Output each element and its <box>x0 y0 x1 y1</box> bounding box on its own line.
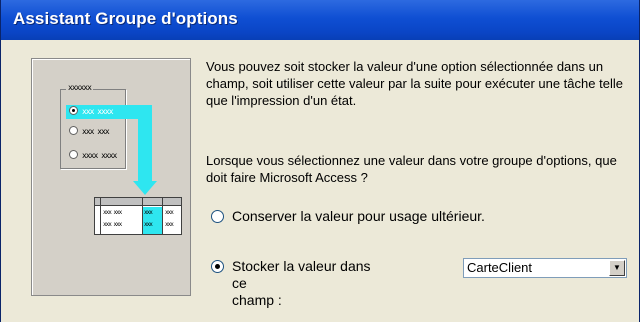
illustration-option-3: xxxx xxxx <box>69 150 117 162</box>
field-combobox-value: CarteClient <box>467 260 533 275</box>
illustration-group-label: xxxxxx <box>66 83 93 93</box>
field-combobox[interactable]: CarteClient ▼ <box>463 258 627 278</box>
radio-keep[interactable] <box>211 210 224 223</box>
illustration-option-1: xxx xxxx <box>69 106 114 118</box>
window-title: Assistant Groupe d'options <box>13 9 238 28</box>
description-paragraph: Vous pouvez soit stocker la valeur d'une… <box>206 59 623 108</box>
illustration-panel: xxxxxx xxx xxxx xxx xxx xxxx xxxx xxx xx… <box>31 58 191 296</box>
option-keep-label: Conserver la valeur pour usage ultérieur… <box>232 208 485 224</box>
question-paragraph: Lorsque vous sélectionnez une valeur dan… <box>206 153 617 185</box>
wizard-window: Assistant Groupe d'options xxxxxx xxx xx… <box>0 0 640 322</box>
illustration-table: xxx xxx xxx xxx xxx xxx xxx xxx <box>94 197 182 235</box>
illustration-option-2: xxx xxx <box>69 126 110 138</box>
chevron-down-icon[interactable]: ▼ <box>609 260 625 276</box>
option-store-label: Stocker la valeur dans ce champ : <box>232 258 371 308</box>
illustration-arrow-icon <box>133 181 157 195</box>
radio-store[interactable] <box>211 260 224 273</box>
title-bar: Assistant Groupe d'options <box>1 0 639 40</box>
illustration-highlight-vertical <box>138 105 152 183</box>
option-keep-value[interactable]: Conserver la valeur pour usage ultérieur… <box>211 208 485 224</box>
option-store-value[interactable]: Stocker la valeur dans ce champ : <box>211 258 382 309</box>
